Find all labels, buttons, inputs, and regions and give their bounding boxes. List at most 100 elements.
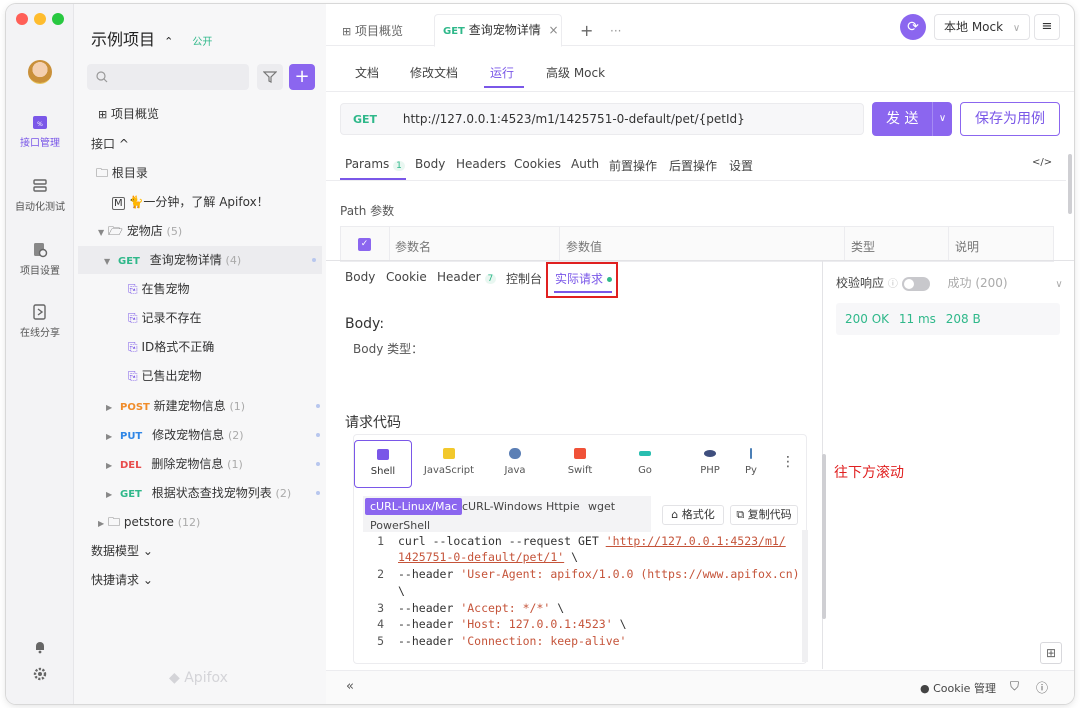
tab-headers[interactable]: Headers (456, 157, 506, 171)
chevron-down-icon[interactable]: ∨ (1055, 279, 1062, 290)
rail-item-api[interactable]: % 接口管理 (6, 114, 74, 149)
shirt-theme-icon[interactable]: ⛉ (1010, 679, 1019, 694)
tab-cookies[interactable]: Cookies (514, 157, 561, 171)
case-item[interactable]: ⎘ ID格式不正确 (74, 333, 326, 361)
data-model-section[interactable]: 数据模型 ⌄ (74, 537, 326, 565)
layout-toggle-button[interactable]: ⊞ (1040, 642, 1062, 664)
case-item[interactable]: ⎘ 已售出宠物 (74, 362, 326, 390)
automation-icon (33, 179, 47, 192)
variant-httpie[interactable]: Httpie (541, 498, 585, 515)
minimize-window-button[interactable] (34, 13, 46, 25)
tab-overview[interactable]: ⊞ 项目概览 (342, 16, 403, 46)
resp-tab-cookie[interactable]: Cookie (386, 270, 427, 284)
folder-petstore[interactable]: ▶ 🗀 petstore (12) (74, 508, 326, 536)
zoom-window-button[interactable] (52, 13, 64, 25)
close-window-button[interactable] (16, 13, 28, 25)
case-item[interactable]: ⎘ 记录不存在 (74, 304, 326, 332)
tab-params[interactable]: Params 1 (345, 157, 405, 171)
close-icon[interactable]: × (549, 23, 559, 37)
avatar[interactable] (28, 60, 52, 84)
validate-toggle[interactable] (901, 276, 930, 291)
add-tab-button[interactable]: + (580, 16, 593, 46)
resp-tab-header[interactable]: Header 7 (437, 270, 497, 284)
tab-body[interactable]: Body (415, 157, 445, 171)
subtab-advanced-mock[interactable]: 高级 Mock (546, 64, 605, 81)
code-token: \ (398, 584, 405, 598)
resp-tab-actual-request[interactable]: 实际请求 (555, 270, 612, 287)
method-select[interactable]: GET (353, 113, 377, 126)
rail-item-settings[interactable]: 项目设置 (6, 242, 74, 277)
brand-watermark: ◆ Apifox (169, 670, 228, 686)
case-item[interactable]: ⎘ 在售宠物 (74, 275, 326, 303)
folder-pet[interactable]: ▼ 🗁 宠物店 (5) (74, 217, 326, 245)
lang-label: Go (638, 465, 652, 476)
add-button[interactable]: + (289, 64, 315, 90)
lang-php[interactable]: PHP (681, 440, 739, 488)
php-icon (704, 450, 716, 457)
gear-icon[interactable] (33, 667, 47, 681)
project-switch-icon[interactable]: ⌃ (164, 35, 173, 48)
url-bar[interactable]: GET http://127.0.0.1:4523/m1/1425751-0-d… (340, 103, 864, 135)
lang-java[interactable]: Java (486, 440, 544, 488)
api-section-header[interactable]: 接口 ^ (74, 130, 326, 158)
more-langs-icon[interactable]: ⋮ (781, 454, 795, 470)
lang-go[interactable]: Go (616, 440, 674, 488)
variant-curl-windows[interactable]: cURL-Windows (457, 498, 547, 515)
save-as-case-button[interactable]: 保存为用例 (960, 102, 1060, 136)
tab-active-api[interactable]: GET 查询宠物详情 × (434, 14, 562, 47)
project-name[interactable]: 示例项目 (91, 30, 155, 49)
tab-auth[interactable]: Auth (571, 157, 599, 171)
sidebar-item-overview[interactable]: ⊞ 项目概览 (74, 100, 326, 128)
panel-scrollbar[interactable] (822, 454, 826, 619)
code-line: curl --location --request GET 'http://12… (398, 534, 786, 548)
url-input[interactable]: http://127.0.0.1:4523/m1/1425751-0-defau… (403, 112, 745, 126)
folder-root[interactable]: 🗀 根目录 (74, 159, 326, 187)
resp-tab-console[interactable]: 控制台 (506, 270, 542, 287)
folder-open-icon: 🗁 (107, 224, 123, 238)
lang-shell[interactable]: Shell (354, 440, 412, 488)
quick-request-section[interactable]: 快捷请求 ⌄ (74, 566, 326, 594)
sync-button[interactable]: ⟳ (900, 14, 926, 40)
tab-pre-ops[interactable]: 前置操作 (609, 157, 657, 174)
variant-wget[interactable]: wget (583, 498, 620, 515)
rail-item-automation[interactable]: 自动化测试 (6, 178, 74, 213)
code-scrollbar[interactable] (802, 530, 808, 662)
lang-python[interactable]: Py (736, 440, 766, 488)
code-view-icon[interactable]: </> (1032, 157, 1052, 168)
filter-button[interactable] (257, 64, 283, 90)
copy-code-button[interactable]: ⧉ 复制代码 (730, 505, 798, 525)
api-item[interactable]: ▶ DEL 删除宠物信息 (1) (74, 450, 326, 478)
api-item[interactable]: ▶ GET 根据状态查找宠物列表 (2) (74, 479, 326, 507)
doc-intro[interactable]: M 🐈一分钟，了解 Apifox！ (74, 188, 326, 216)
code-block[interactable]: 1 curl --location --request GET 'http://… (354, 524, 808, 664)
lang-label: PHP (700, 465, 720, 476)
api-item[interactable]: ▶ PUT 修改宠物信息 (2) (74, 421, 326, 449)
send-button[interactable]: 发 送 ∨ (872, 102, 952, 136)
env-select[interactable]: 本地 Mock ∨ (934, 14, 1030, 40)
line-number: 5 (377, 634, 384, 648)
subtab-run[interactable]: 运行 (490, 64, 514, 81)
collapse-sidebar-button[interactable]: « (346, 679, 354, 694)
more-tabs-button[interactable]: ··· (610, 16, 621, 46)
menu-button[interactable]: ≡ (1034, 14, 1060, 40)
api-item-active[interactable]: ▼ GET 查询宠物详情 (4) (78, 246, 322, 274)
cookie-manager-button[interactable]: ● Cookie 管理 (920, 680, 996, 696)
variant-curl-linux[interactable]: cURL-Linux/Mac (365, 498, 463, 515)
format-button[interactable]: ⌂ 格式化 (662, 505, 724, 525)
subtab-edit-doc[interactable]: 修改文档 (410, 64, 458, 81)
bell-icon[interactable] (33, 640, 47, 654)
help-circle-icon[interactable]: ⓘ (1036, 679, 1048, 696)
api-item[interactable]: ▶ POST 新建宠物信息 (1) (74, 392, 326, 420)
lang-javascript[interactable]: JavaScript (420, 440, 478, 488)
scrollbar-top[interactable] (1068, 154, 1072, 214)
select-all-checkbox[interactable]: ✓ (358, 238, 371, 251)
tab-settings[interactable]: 设置 (729, 157, 753, 174)
subtab-doc[interactable]: 文档 (355, 64, 379, 81)
rail-item-share[interactable]: 在线分享 (6, 304, 74, 339)
resp-tab-body[interactable]: Body (345, 270, 375, 284)
search-input[interactable] (87, 64, 249, 90)
chevron-down-icon[interactable]: ∨ (932, 102, 952, 136)
lang-swift[interactable]: Swift (551, 440, 609, 488)
tab-post-ops[interactable]: 后置操作 (669, 157, 717, 174)
visibility-badge: 公开 (192, 37, 213, 48)
